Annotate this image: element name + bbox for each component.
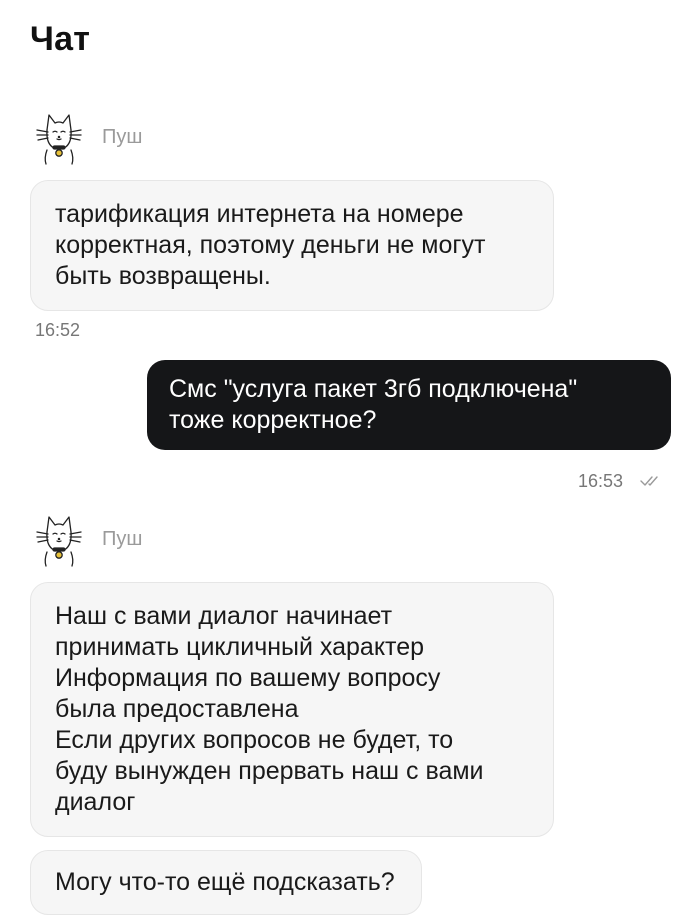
sender-header: Пуш <box>34 510 142 568</box>
message-text-line: тоже корректное? <box>169 406 377 434</box>
message-timestamp: 16:53 <box>578 471 624 491</box>
cat-avatar-icon <box>34 108 84 166</box>
message-text-line: Могу что-то ещё подсказать? <box>55 868 395 896</box>
message-text-line: принимать цикличный характер <box>55 633 425 661</box>
message-text-line: корректная, поэтому деньги не могут <box>55 231 486 259</box>
message-text-line: буду вынужден прервать наш с вами <box>55 757 484 785</box>
incoming-message-bubble: Могу что-то ещё подсказать? <box>30 850 422 915</box>
message-timestamp: 16:52 <box>35 320 81 340</box>
sender-name: Пуш <box>102 527 143 550</box>
message-text-line: была предоставлена <box>55 695 299 723</box>
sender-header: Пуш <box>34 108 142 166</box>
message-text-line: Информация по вашему вопросу <box>55 664 441 692</box>
incoming-message-bubble: Наш с вами диалог начинает принимать цик… <box>30 582 554 837</box>
page-title: Чат <box>30 20 91 58</box>
message-text-line: диалог <box>55 788 136 816</box>
cat-avatar-icon <box>34 510 84 568</box>
incoming-message-bubble: тарификация интернета на номере корректн… <box>30 180 554 311</box>
message-text-line: Смс "услуга пакет 3гб подключена" <box>169 375 578 403</box>
message-text-line: тарификация интернета на номере <box>55 200 464 228</box>
double-check-icon <box>640 474 664 493</box>
message-text-line: Наш с вами диалог начинает <box>55 602 393 630</box>
outgoing-message-bubble: Смс "услуга пакет 3гб подключена" тоже к… <box>147 360 671 450</box>
sender-name: Пуш <box>102 125 143 148</box>
message-text-line: быть возвращены. <box>55 262 271 290</box>
message-text-line: Если других вопросов не будет, то <box>55 726 454 754</box>
